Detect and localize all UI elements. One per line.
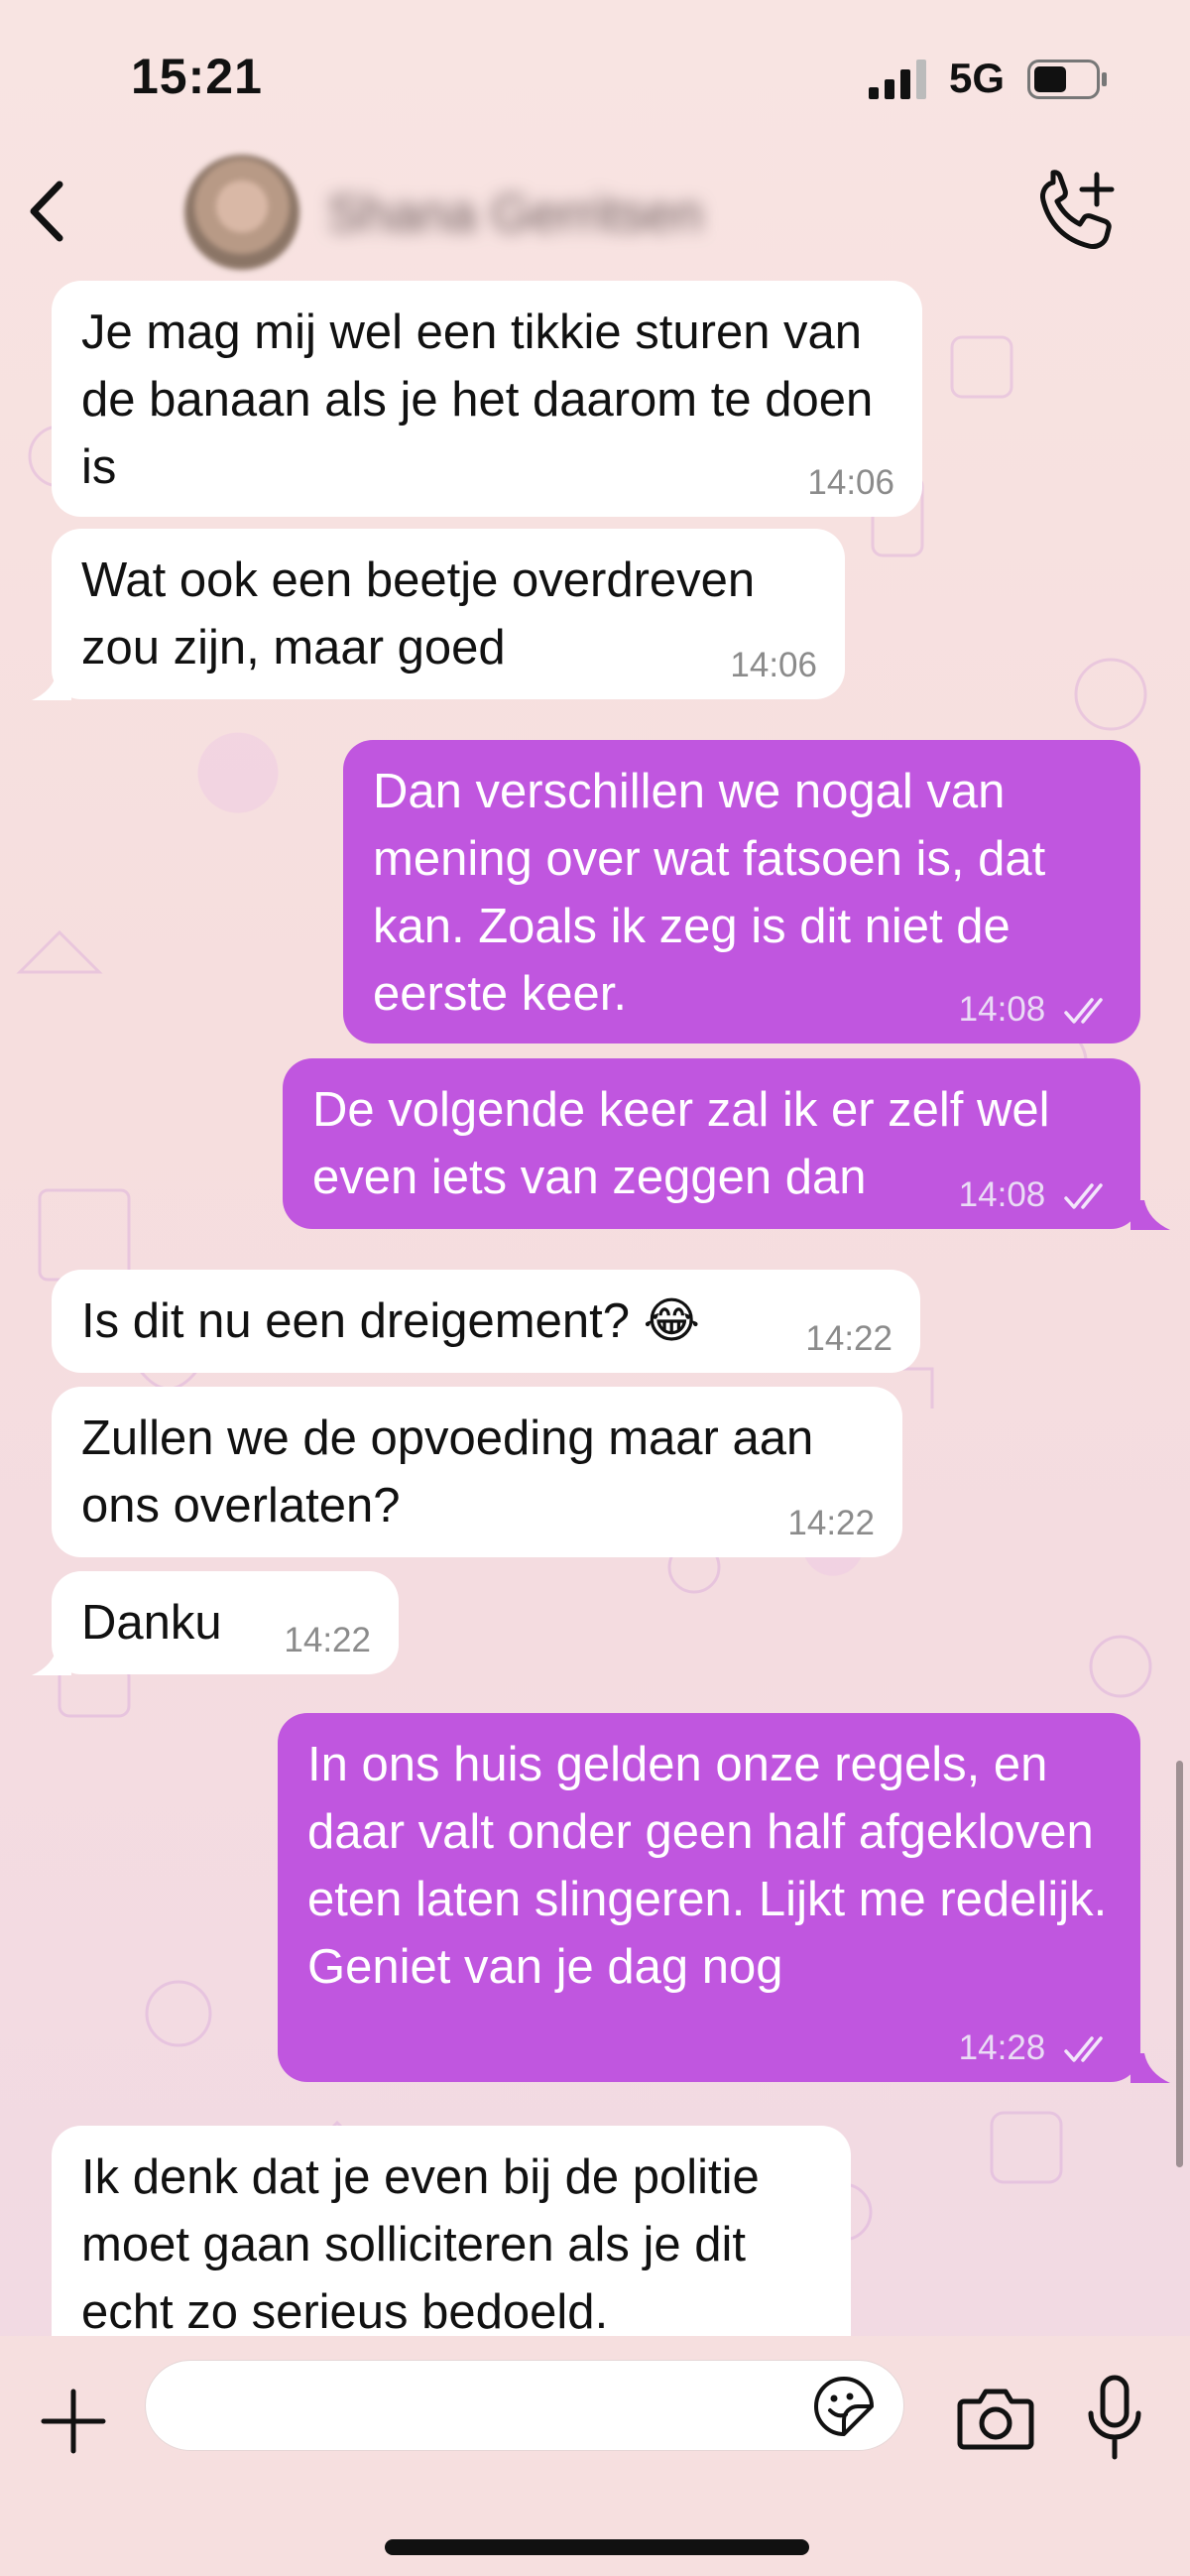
message-incoming[interactable]: Is dit nu een dreigement? 😂 14:22 — [52, 1270, 920, 1373]
status-bar: 15:21 5G — [0, 0, 1190, 149]
message-meta: 14:28 — [959, 2028, 1113, 2068]
message-outgoing[interactable]: In ons huis gelden onze regels, en daar … — [278, 1713, 1140, 2082]
message-text: Wat ook een beetje overdreven zou zijn, … — [81, 553, 756, 675]
message-text: In ons huis gelden onze regels, en daar … — [307, 1738, 1108, 1994]
network-label: 5G — [949, 55, 1006, 101]
microphone-icon[interactable] — [1085, 2374, 1144, 2463]
back-icon[interactable] — [20, 177, 79, 246]
status-time: 15:21 — [131, 49, 263, 104]
camera-icon[interactable] — [956, 2384, 1035, 2453]
message-time: 14:22 — [284, 1621, 371, 1659]
message-outgoing[interactable]: Dan verschillen we nogal van mening over… — [343, 740, 1140, 1043]
message-time: 14:22 — [805, 1319, 892, 1358]
chat-header: Shana Gerritsen — [0, 149, 1190, 278]
home-indicator — [385, 2539, 809, 2555]
message-incoming[interactable]: Je mag mij wel een tikkie sturen van de … — [52, 281, 922, 517]
message-outgoing[interactable]: De volgende keer zal ik er zelf wel even… — [283, 1058, 1140, 1229]
message-input[interactable] — [145, 2360, 904, 2451]
contact-avatar[interactable] — [184, 155, 299, 270]
message-time: 14:06 — [807, 463, 894, 502]
message-time: 14:08 — [958, 990, 1046, 1029]
read-receipt-icon — [1064, 1183, 1103, 1209]
read-receipt-icon — [1064, 2036, 1103, 2062]
message-incoming[interactable]: Wat ook een beetje overdreven zou zijn, … — [52, 529, 845, 699]
bubble-tail — [1130, 2053, 1170, 2083]
add-call-icon[interactable] — [1031, 169, 1121, 258]
message-text: Ik denk dat je even bij de politie moet … — [81, 2150, 760, 2339]
message-text: Je mag mij wel een tikkie sturen van de … — [81, 306, 874, 494]
plus-icon[interactable] — [38, 2386, 109, 2457]
message-incoming[interactable]: Zullen we de opvoeding maar aan ons over… — [52, 1387, 902, 1557]
contact-name[interactable]: Shana Gerritsen — [327, 184, 703, 244]
bubble-tail — [32, 1646, 71, 1675]
scrollbar[interactable] — [1176, 1761, 1183, 2167]
bubble-tail — [32, 671, 71, 700]
battery-icon — [1027, 60, 1107, 99]
message-time: 14:22 — [787, 1504, 875, 1542]
message-incoming[interactable]: Danku 14:22 — [52, 1571, 399, 1674]
signal-icon — [869, 60, 926, 99]
message-text: Dan verschillen we nogal van mening over… — [373, 765, 1046, 1021]
read-receipt-icon — [1064, 998, 1103, 1024]
message-text: Zullen we de opvoeding maar aan ons over… — [81, 1411, 814, 1533]
message-composer — [0, 2336, 1190, 2576]
message-meta: 14:08 — [959, 990, 1113, 1030]
message-time: 14:28 — [958, 2028, 1046, 2067]
message-meta: 14:08 — [959, 1175, 1113, 1215]
bubble-tail — [1130, 1200, 1170, 1230]
message-time: 14:08 — [958, 1175, 1046, 1214]
message-text: Is dit nu een dreigement? 😂 — [81, 1294, 700, 1348]
sticker-icon[interactable] — [812, 2375, 876, 2438]
message-time: 14:06 — [730, 646, 817, 684]
